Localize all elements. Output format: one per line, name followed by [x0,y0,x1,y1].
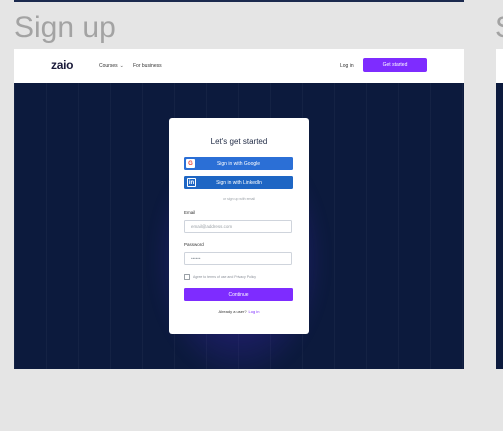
terms-label: Agree to terms of use and Privacy Policy [193,275,257,279]
next-frame-title: S [495,10,503,46]
already-user-row: Already a user? Log in [169,309,309,314]
navbar: zaio Courses ⌄ For business Log in Get s… [14,49,464,83]
nav-courses-menu[interactable]: Courses ⌄ [99,63,124,69]
linkedin-icon: in [187,178,196,187]
password-field[interactable]: •••••• [184,252,292,265]
terms-agreement[interactable]: Agree to terms of use and Privacy Policy [184,274,256,280]
email-divider: or sign up with email [223,197,255,201]
card-title: Let's get started [210,137,268,146]
terms-checkbox[interactable] [184,274,190,280]
email-label: Email [184,210,196,215]
signup-frame: zaio Courses ⌄ For business Log in Get s… [14,49,464,369]
nav-login-link[interactable]: Log in [340,63,354,69]
zaio-logo[interactable]: zaio [51,58,73,72]
google-signin-button[interactable]: G Sign in with Google [184,157,293,170]
login-link[interactable]: Log in [249,309,260,314]
nav-for-business[interactable]: For business [133,63,162,69]
password-label: Password [184,242,204,247]
next-frame-hero [496,83,503,369]
linkedin-signin-button[interactable]: in Sign in with LinkedIn [184,176,293,189]
continue-button[interactable]: Continue [184,288,293,301]
top-frame-edge [14,0,464,2]
already-user-text: Already a user? [218,309,247,314]
signup-card: Let's get started G Sign in with Google … [169,118,309,334]
nav-courses-label: Courses [99,63,118,69]
page-title: Sign up [14,11,116,44]
next-frame-preview [496,49,503,369]
google-signin-label: Sign in with Google [216,160,261,167]
get-started-button[interactable]: Get started [363,58,427,72]
email-field[interactable]: email@address.com [184,220,292,233]
chevron-down-icon: ⌄ [119,63,124,69]
linkedin-signin-label: Sign in with LinkedIn [216,179,262,186]
google-icon: G [186,159,195,168]
